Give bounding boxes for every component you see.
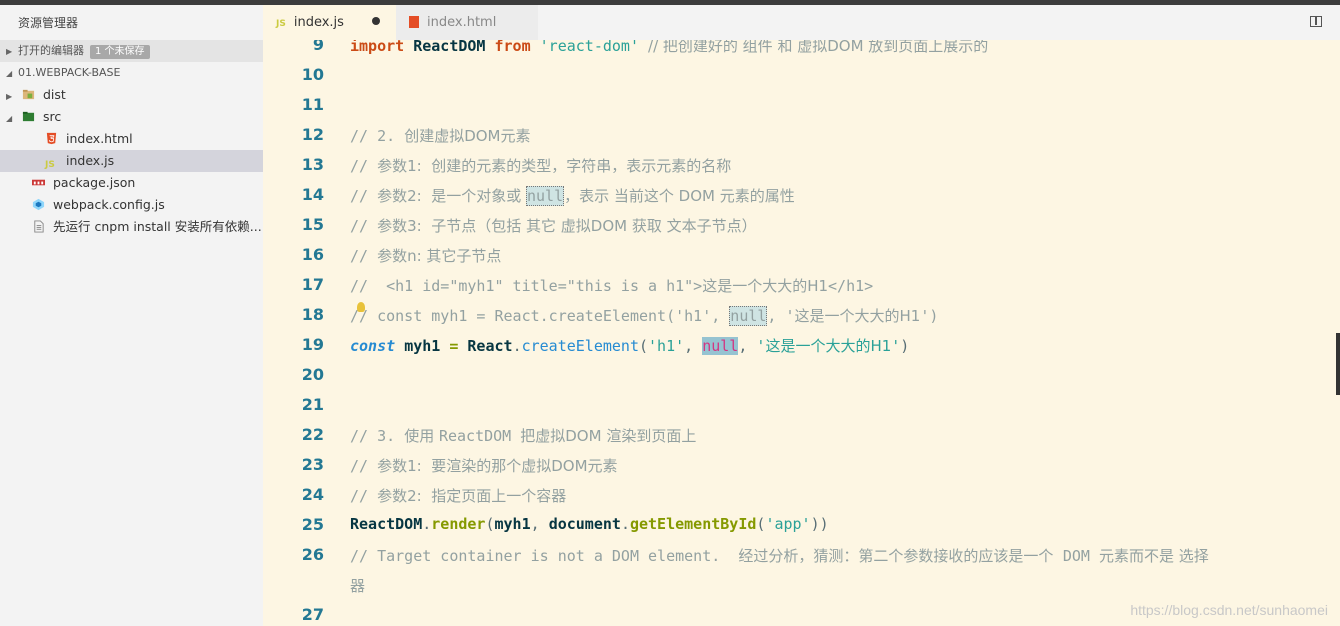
code-line-24: // 参数2: 指定页面上一个容器: [350, 487, 567, 505]
tree-item-index-js[interactable]: JS index.js: [0, 150, 263, 172]
line-number: 23: [301, 455, 324, 474]
tab-label: index.html: [427, 15, 497, 30]
tab-label: index.js: [293, 15, 344, 30]
tree-item-package-json[interactable]: package.json: [0, 172, 263, 194]
tab-bar: JS index.js index.html: [263, 5, 1340, 40]
split-editor-icon[interactable]: [1310, 16, 1322, 27]
tree-item-webpack-config[interactable]: webpack.config.js: [0, 194, 263, 216]
tree-item-dist[interactable]: ▶ dist: [0, 84, 263, 106]
code-line-19: const myh1 = React.createElement('h1', n…: [350, 337, 910, 355]
chevron-down-icon: ◢: [6, 69, 13, 78]
tree-item-label: dist: [42, 87, 66, 102]
code-line-14: // 参数2: 是一个对象或 null，表示 当前这个 DOM 元素的属性: [350, 186, 795, 206]
html5-icon: [46, 132, 57, 145]
line-number: 12: [301, 125, 324, 144]
line-number: 13: [301, 155, 324, 174]
code-line-26: // Target container is not a DOM element…: [350, 547, 1209, 565]
line-number: 16: [301, 245, 324, 264]
tab-index-js[interactable]: JS index.js: [263, 5, 396, 40]
html5-icon: [409, 16, 419, 28]
line-number: 27: [301, 605, 324, 624]
code-line-17: // <h1 id="myh1" title="this is a h1">这是…: [350, 277, 874, 295]
code-line-9: import ReactDOM from 'react-dom' // 把创建好…: [350, 40, 989, 55]
watermark: https://blog.csdn.net/sunhaomei: [1130, 602, 1328, 618]
open-editors-label: 打开的编辑器: [18, 44, 84, 57]
line-number: 10: [301, 65, 324, 84]
line-number: 14: [301, 185, 324, 204]
scrollbar-thumb[interactable]: [1336, 333, 1340, 395]
tree-item-label: src: [42, 109, 62, 124]
chevron-right-icon: ▶: [6, 92, 13, 101]
tree-item-readme[interactable]: 先运行 cnpm install 安装所有依赖...: [0, 216, 263, 238]
unsaved-badge: 1 个未保存: [90, 45, 150, 59]
tree-item-label: index.html: [66, 131, 133, 146]
folder-icon: [22, 89, 35, 100]
tree-item-index-html[interactable]: index.html: [0, 128, 263, 150]
line-number: 19: [301, 335, 324, 354]
code-line-25: ReactDOM.render(myh1, document.getElemen…: [350, 515, 829, 533]
chevron-right-icon: ▶: [6, 47, 13, 56]
line-number: 24: [301, 485, 324, 504]
line-number: 21: [301, 395, 324, 414]
code-line-16: // 参数n: 其它子节点: [350, 247, 502, 265]
open-editors-section[interactable]: ▶ 打开的编辑器 1 个未保存: [0, 40, 263, 62]
js-icon: JS: [45, 160, 55, 170]
lightbulb-icon[interactable]: [357, 302, 365, 312]
line-number: 26: [301, 545, 324, 564]
line-number: 22: [301, 425, 324, 444]
project-label: 01.WEBPACK-BASE: [18, 66, 121, 79]
npm-icon: [32, 179, 45, 186]
line-number: 11: [301, 95, 324, 114]
folder-open-icon: [22, 111, 35, 122]
project-section[interactable]: ◢ 01.WEBPACK-BASE: [0, 62, 263, 84]
tree-item-label: index.js: [66, 153, 115, 168]
code-line-13: // 参数1: 创建的元素的类型，字符串，表示元素的名称: [350, 157, 732, 175]
tree-item-label: webpack.config.js: [53, 197, 165, 212]
tree-item-label: package.json: [53, 175, 136, 190]
line-number: 25: [301, 515, 324, 534]
explorer-title: 资源管理器: [18, 16, 79, 30]
code-line-12: // 2. 创建虚拟DOM元素: [350, 127, 531, 145]
code-line-22: // 3. 使用 ReactDOM 把虚拟DOM 渲染到页面上: [350, 427, 697, 445]
line-number: 18: [301, 305, 324, 324]
line-number: 9: [312, 40, 324, 54]
code-line-15: // 参数3: 子节点（包括 其它 虚拟DOM 获取 文本子节点）: [350, 217, 757, 235]
explorer-sidebar: 资源管理器 ▶ 打开的编辑器 1 个未保存 ◢ 01.WEBPACK-BASE ▶ d…: [0, 5, 263, 626]
line-number: 15: [301, 215, 324, 234]
line-number: 20: [301, 365, 324, 384]
tree-item-src[interactable]: ◢ src: [0, 106, 263, 128]
tab-index-html[interactable]: index.html: [396, 5, 538, 40]
webpack-icon: [32, 198, 45, 211]
tree-item-label: 先运行 cnpm install 安装所有依赖...: [53, 219, 262, 234]
unsaved-dot-icon[interactable]: [371, 17, 380, 25]
js-icon: JS: [276, 19, 286, 29]
file-icon: [34, 220, 44, 233]
code-line-23: // 参数1: 要渲染的那个虚拟DOM元素: [350, 457, 618, 475]
code-line-26-wrap: 器: [350, 577, 366, 595]
chevron-down-icon: ◢: [6, 114, 13, 123]
code-line-18: // const myh1 = React.createElement('h1'…: [350, 306, 939, 326]
code-editor[interactable]: 9 import ReactDOM from 'react-dom' // 把创…: [263, 40, 1340, 626]
line-number: 17: [301, 275, 324, 294]
